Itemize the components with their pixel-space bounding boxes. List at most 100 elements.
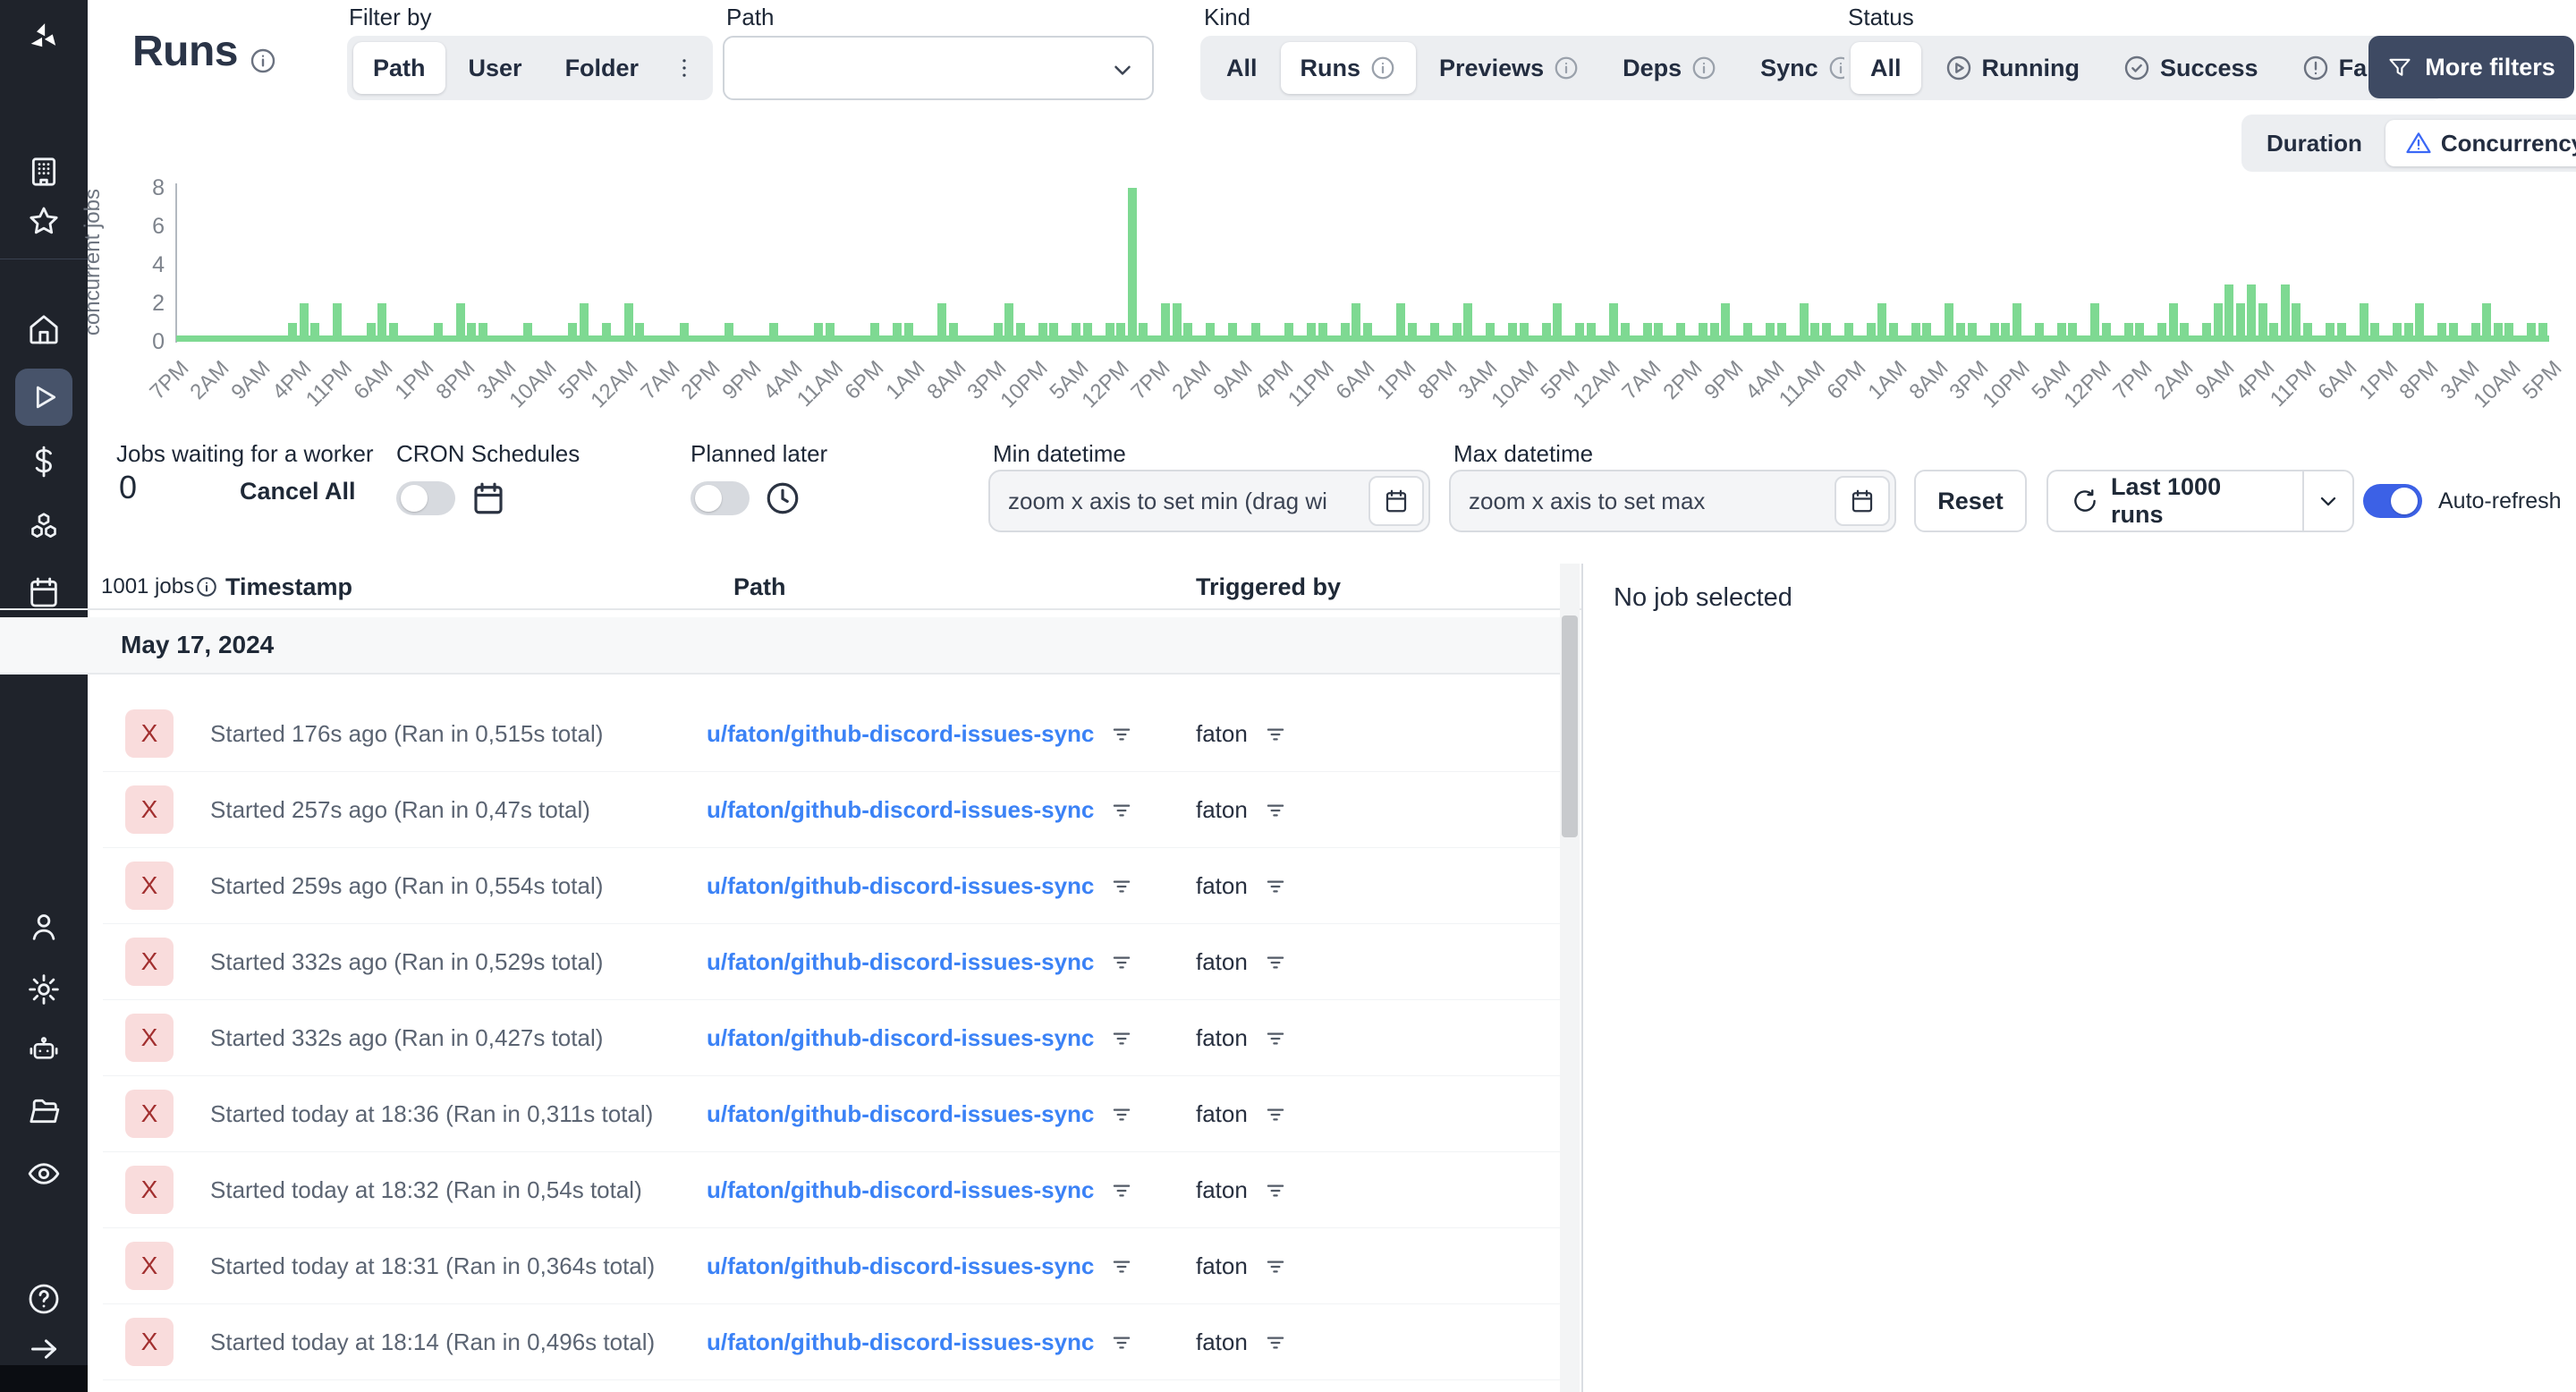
duration-tab[interactable]: Duration xyxy=(2247,120,2382,166)
settings-gear-icon[interactable] xyxy=(26,972,62,1007)
status-all-tab[interactable]: All xyxy=(1851,42,1921,94)
last-runs-dropdown-button[interactable] xyxy=(2302,470,2354,532)
table-row[interactable]: X Started today at 18:32 (Ran in 0,54s t… xyxy=(103,1152,1561,1228)
table-row[interactable]: X Started 332s ago (Ran in 0,529s total)… xyxy=(103,924,1561,1000)
run-timestamp: Started today at 18:32 (Ran in 0,54s tot… xyxy=(210,1176,642,1203)
filter-by-path-icon[interactable] xyxy=(1110,1255,1133,1278)
planned-later-toggle[interactable] xyxy=(691,481,750,515)
kind-previews-tab[interactable]: Previews xyxy=(1419,42,1599,94)
x-axis-tick-label: 5PM xyxy=(2518,356,2567,404)
filter-by-more-dots-icon[interactable] xyxy=(662,42,707,94)
filter-by-path-icon[interactable] xyxy=(1110,951,1133,974)
cancel-all-button[interactable]: Cancel All xyxy=(240,478,356,505)
workers-robot-icon[interactable] xyxy=(26,1032,62,1068)
cron-schedules-toggle[interactable] xyxy=(396,481,455,515)
favorites-star-icon[interactable] xyxy=(26,204,62,240)
clock-icon xyxy=(764,480,801,517)
min-datetime-input[interactable] xyxy=(988,470,1430,532)
x-axis-tick-label: 8PM xyxy=(1413,356,1462,404)
jobs-info-icon[interactable] xyxy=(195,575,218,598)
users-person-icon[interactable] xyxy=(26,909,62,945)
status-success-tab[interactable]: Success xyxy=(2103,42,2278,94)
table-row[interactable]: X Started today at 18:36 (Ran in 0,311s … xyxy=(103,1076,1561,1152)
run-path-link[interactable]: u/faton/github-discord-issues-sync xyxy=(707,1252,1094,1280)
x-axis-tick-label: 6PM xyxy=(1822,356,1871,404)
filter-by-user-icon[interactable] xyxy=(1264,1103,1287,1126)
failure-status-badge: X xyxy=(125,1318,174,1366)
resources-dollar-icon[interactable] xyxy=(26,444,62,480)
reset-button[interactable]: Reset xyxy=(1914,470,2027,532)
filter-by-path-icon[interactable] xyxy=(1110,1179,1133,1202)
max-datetime-label: Max datetime xyxy=(1453,440,1594,467)
filter-by-user-tab[interactable]: User xyxy=(449,42,542,94)
filter-by-folder-tab[interactable]: Folder xyxy=(546,42,659,94)
filter-by-user-icon[interactable] xyxy=(1264,875,1287,898)
run-path-link[interactable]: u/faton/github-discord-issues-sync xyxy=(707,796,1094,824)
kind-deps-tab[interactable]: Deps xyxy=(1603,42,1737,94)
run-path-link[interactable]: u/faton/github-discord-issues-sync xyxy=(707,1176,1094,1204)
table-row[interactable]: X Started today at 18:31 (Ran in 0,364s … xyxy=(103,1228,1561,1304)
runs-play-icon[interactable] xyxy=(26,379,62,415)
filter-by-path-tab[interactable]: Path xyxy=(353,42,445,94)
run-triggered-by: faton xyxy=(1196,872,1248,899)
filter-by-user-icon[interactable] xyxy=(1264,1027,1287,1050)
filter-by-user-icon[interactable] xyxy=(1264,1331,1287,1354)
run-path-link[interactable]: u/faton/github-discord-issues-sync xyxy=(707,720,1094,748)
run-path-link[interactable]: u/faton/github-discord-issues-sync xyxy=(707,1328,1094,1356)
filter-by-path-icon[interactable] xyxy=(1110,1103,1133,1126)
collapse-arrow-right-icon[interactable] xyxy=(26,1331,62,1367)
column-header-path[interactable]: Path xyxy=(733,564,786,610)
max-datetime-field xyxy=(1449,470,1896,532)
run-path-link[interactable]: u/faton/github-discord-issues-sync xyxy=(707,1100,1094,1128)
filter-by-user-icon[interactable] xyxy=(1264,1179,1287,1202)
kind-runs-tab[interactable]: Runs xyxy=(1280,42,1417,94)
filter-by-path-icon[interactable] xyxy=(1110,875,1133,898)
help-icon[interactable] xyxy=(26,1281,62,1317)
x-axis-tick-label: 6AM xyxy=(2313,356,2362,404)
kind-all-tab[interactable]: All xyxy=(1207,42,1277,94)
variables-cubes-icon[interactable] xyxy=(26,510,62,546)
filter-by-user-icon[interactable] xyxy=(1264,723,1287,746)
table-row[interactable]: X Started today at 18:14 (Ran in 0,496s … xyxy=(103,1304,1561,1380)
x-axis-tick-label: 8AM xyxy=(1903,356,1953,404)
windmill-logo-icon[interactable] xyxy=(26,20,62,55)
concurrency-tab[interactable]: Concurrency xyxy=(2385,120,2576,166)
table-row[interactable]: X Started 176s ago (Ran in 0,515s total)… xyxy=(103,696,1561,772)
x-axis-tick-label: 7PM xyxy=(2108,356,2157,404)
max-datetime-calendar-button[interactable] xyxy=(1835,476,1890,526)
filter-by-path-icon[interactable] xyxy=(1110,799,1133,822)
filter-by-path-icon[interactable] xyxy=(1110,1331,1133,1354)
more-filters-button[interactable]: More filters xyxy=(2368,36,2574,98)
min-datetime-calendar-button[interactable] xyxy=(1368,476,1424,526)
concurrency-chart[interactable] xyxy=(176,175,2549,342)
auto-refresh-toggle[interactable] xyxy=(2363,484,2422,518)
column-header-timestamp[interactable]: Timestamp xyxy=(225,564,352,610)
filter-by-path-icon[interactable] xyxy=(1110,1027,1133,1050)
runs-info-icon[interactable] xyxy=(249,47,277,75)
folders-icon[interactable] xyxy=(26,1093,62,1129)
list-scrollbar-thumb[interactable] xyxy=(1562,615,1578,837)
max-datetime-input[interactable] xyxy=(1449,470,1896,532)
x-axis-tick-label: 1PM xyxy=(2354,356,2403,404)
table-row[interactable]: X Started 257s ago (Ran in 0,47s total) … xyxy=(103,772,1561,848)
filter-by-user-icon[interactable] xyxy=(1264,951,1287,974)
workspace-building-icon[interactable] xyxy=(26,154,62,190)
run-path-link[interactable]: u/faton/github-discord-issues-sync xyxy=(707,872,1094,900)
run-path-link[interactable]: u/faton/github-discord-issues-sync xyxy=(707,1024,1094,1052)
list-scrollbar[interactable] xyxy=(1560,564,1580,1392)
table-header: 1001 jobs Timestamp Path Triggered by xyxy=(0,564,1583,610)
filter-by-path-icon[interactable] xyxy=(1110,723,1133,746)
y-axis-tick-label: 4 xyxy=(152,252,165,277)
path-filter-select[interactable] xyxy=(723,36,1154,100)
filter-by-user-icon[interactable] xyxy=(1264,799,1287,822)
filter-by-user-icon[interactable] xyxy=(1264,1255,1287,1278)
home-icon[interactable] xyxy=(26,311,62,347)
column-header-triggered-by[interactable]: Triggered by xyxy=(1196,564,1341,610)
audit-eye-icon[interactable] xyxy=(26,1156,62,1192)
table-row[interactable]: X Started 332s ago (Ran in 0,427s total)… xyxy=(103,1000,1561,1076)
run-timestamp: Started 332s ago (Ran in 0,427s total) xyxy=(210,1024,604,1051)
table-row[interactable]: X Started 259s ago (Ran in 0,554s total)… xyxy=(103,848,1561,924)
status-running-tab[interactable]: Running xyxy=(1925,42,2099,94)
run-path-link[interactable]: u/faton/github-discord-issues-sync xyxy=(707,948,1094,976)
last-runs-button[interactable]: Last 1000 runs xyxy=(2046,470,2302,532)
